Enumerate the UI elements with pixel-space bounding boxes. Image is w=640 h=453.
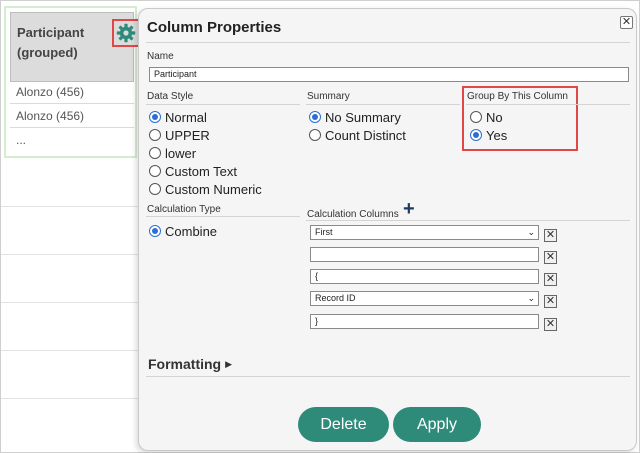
divider	[146, 42, 630, 43]
grouped-column-panel: Participant (grouped) Alonzo (456) Alonz…	[4, 6, 140, 158]
radio-label: No Summary	[325, 109, 401, 125]
column-settings-button[interactable]	[112, 19, 140, 47]
radio-custom-numeric[interactable]: Custom Numeric	[149, 181, 262, 197]
group-by-label: Group By This Column	[467, 91, 568, 102]
summary-label: Summary	[307, 91, 350, 102]
column-header-title: Participant (grouped)	[17, 25, 85, 60]
radio-label: Normal	[165, 109, 207, 125]
divider	[466, 104, 630, 105]
radio-button-selected[interactable]	[149, 225, 161, 237]
radio-label: UPPER	[165, 127, 210, 143]
radio-combine[interactable]: Combine	[149, 223, 217, 239]
formatting-toggle[interactable]: Formatting ▶	[148, 356, 232, 372]
radio-button-selected[interactable]	[309, 111, 321, 123]
table-row[interactable]: Alonzo (456)	[10, 80, 134, 104]
calc-columns-label: Calculation Columns	[307, 209, 399, 220]
data-style-label: Data Style	[147, 91, 194, 102]
radio-no-summary[interactable]: No Summary	[309, 109, 401, 125]
calc-column-select[interactable]: First ⌄	[310, 225, 539, 240]
column-header: Participant (grouped)	[10, 12, 140, 82]
radio-group-no[interactable]: No	[470, 109, 503, 125]
remove-icon[interactable]: ✕	[544, 251, 557, 264]
name-label: Name	[147, 51, 174, 62]
radio-button[interactable]	[470, 111, 482, 123]
radio-button-selected[interactable]	[149, 111, 161, 123]
radio-button[interactable]	[309, 129, 321, 141]
gear-icon	[116, 23, 136, 43]
radio-count-distinct[interactable]: Count Distinct	[309, 127, 406, 143]
radio-button[interactable]	[149, 165, 161, 177]
calc-type-label: Calculation Type	[147, 204, 221, 215]
radio-group-yes[interactable]: Yes	[470, 127, 507, 143]
divider	[146, 216, 300, 217]
radio-custom-text[interactable]: Custom Text	[149, 163, 237, 179]
calc-column-input[interactable]: {	[310, 269, 539, 284]
radio-label: Count Distinct	[325, 127, 406, 143]
radio-label: No	[486, 109, 503, 125]
radio-button[interactable]	[149, 147, 161, 159]
divider	[306, 104, 460, 105]
name-input[interactable]: Participant	[149, 67, 629, 82]
select-value: First	[315, 227, 333, 237]
plus-icon[interactable]: +	[403, 199, 415, 219]
table-row-divider	[1, 254, 141, 255]
close-icon[interactable]: ✕	[620, 16, 633, 29]
radio-lower[interactable]: lower	[149, 145, 196, 161]
divider	[146, 376, 630, 377]
radio-button[interactable]	[149, 183, 161, 195]
triangle-right-icon: ▶	[225, 358, 233, 369]
radio-button-selected[interactable]	[470, 129, 482, 141]
remove-icon[interactable]: ✕	[544, 318, 557, 331]
calc-column-input[interactable]: }	[310, 314, 539, 329]
divider	[146, 104, 300, 105]
radio-button[interactable]	[149, 129, 161, 141]
calc-column-input[interactable]	[310, 247, 539, 262]
radio-upper[interactable]: UPPER	[149, 127, 210, 143]
remove-icon[interactable]: ✕	[544, 295, 557, 308]
chevron-down-icon: ⌄	[527, 227, 535, 237]
table-row[interactable]: ...	[10, 128, 134, 152]
calc-column-select[interactable]: Record ID ⌄	[310, 291, 539, 306]
table-row[interactable]: Alonzo (456)	[10, 104, 134, 128]
radio-label: Yes	[486, 127, 508, 143]
radio-label: lower	[165, 145, 197, 161]
radio-normal[interactable]: Normal	[149, 109, 207, 125]
radio-label: Custom Text	[165, 163, 238, 179]
table-row-divider	[1, 398, 141, 399]
formatting-label: Formatting	[148, 356, 222, 372]
remove-icon[interactable]: ✕	[544, 273, 557, 286]
chevron-down-icon: ⌄	[527, 293, 535, 303]
dialog-title: Column Properties	[147, 19, 282, 36]
radio-label: Combine	[165, 223, 218, 239]
table-row-divider	[1, 350, 141, 351]
select-value: Record ID	[315, 293, 356, 303]
table-row-divider	[1, 206, 141, 207]
delete-button[interactable]: Delete	[298, 407, 389, 442]
apply-button[interactable]: Apply	[393, 407, 481, 442]
column-properties-dialog: Column Properties ✕ Name Participant Dat…	[138, 8, 637, 451]
table-row-divider	[1, 302, 141, 303]
divider	[306, 220, 630, 221]
radio-label: Custom Numeric	[165, 181, 262, 197]
remove-icon[interactable]: ✕	[544, 229, 557, 242]
